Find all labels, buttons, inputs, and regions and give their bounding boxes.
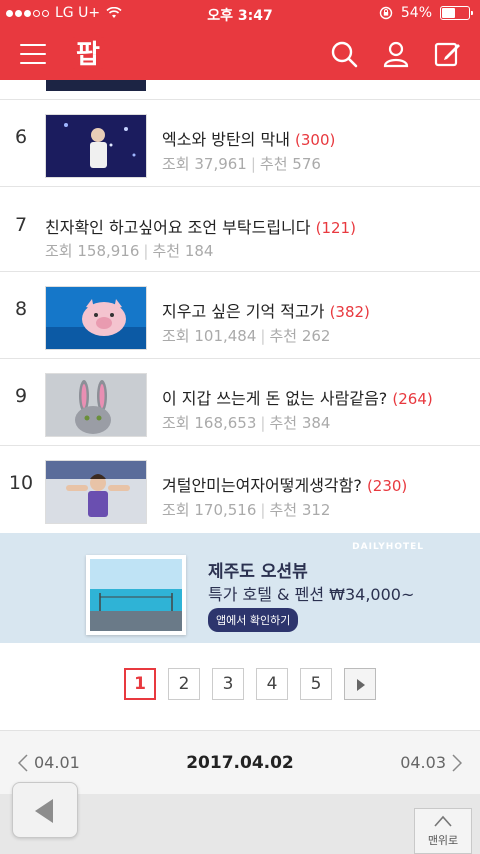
recommend-count: 추천 312 <box>269 501 331 519</box>
thumbnail-image <box>45 114 147 178</box>
list-item[interactable] <box>0 80 480 100</box>
recommend-count: 추천 262 <box>269 327 331 345</box>
next-page-button[interactable] <box>344 668 376 700</box>
list-item[interactable]: 7 친자확인 하고싶어요 조언 부탁드립니다 (121) 조회 158,916 |… <box>0 187 480 272</box>
page-button-1[interactable]: 1 <box>124 668 156 700</box>
recommend-count: 추천 384 <box>269 414 331 432</box>
next-date-label: 04.03 <box>400 753 446 772</box>
user-icon[interactable] <box>382 40 410 68</box>
battery-percent: 54% <box>400 5 432 21</box>
view-count: 조회 170,516 <box>162 501 257 519</box>
rank-number: 8 <box>14 298 28 320</box>
ad-photo <box>86 555 186 635</box>
ad-banner[interactable]: DAILYHOTEL 제주도 오션뷰 특가 호텔 & 펜션 ₩34,000~ 앱… <box>0 533 480 643</box>
post-title: 겨털안미는여자어떻게생각함? (230) <box>162 472 407 496</box>
ad-subline: 특가 호텔 & 펜션 ₩34,000~ <box>208 585 415 604</box>
thumbnail-image <box>45 286 147 350</box>
rank-number: 10 <box>8 472 34 494</box>
scroll-top-label: 맨위로 <box>427 834 459 847</box>
ad-brand: DAILYHOTEL <box>352 542 424 552</box>
thumbnail-image <box>45 373 147 437</box>
view-count: 조회 168,653 <box>162 414 257 432</box>
recommend-count: 추천 576 <box>259 155 321 173</box>
post-title-text: 겨털안미는여자어떻게생각함? <box>162 476 362 495</box>
view-count: 조회 101,484 <box>162 327 257 345</box>
list-item[interactable]: 8 지우고 싶은 기억 적고가 (382) 조회 101,484 | 추천 262 <box>0 272 480 359</box>
rank-number: 6 <box>14 126 28 148</box>
list-item[interactable]: 10 겨털안미는여자어떻게생각함? (230) 조회 170,516 | 추천 31… <box>0 446 480 532</box>
post-title-text: 엑소와 방탄의 막내 <box>162 130 290 149</box>
next-date-button[interactable]: 04.03 <box>400 753 462 772</box>
comment-count: (121) <box>315 219 356 237</box>
post-meta: 조회 101,484 | 추천 262 <box>162 327 331 345</box>
comment-count: (300) <box>295 131 336 149</box>
post-meta: 조회 37,961 | 추천 576 <box>162 155 321 173</box>
comment-count: (230) <box>366 477 408 495</box>
scroll-top-button[interactable]: 맨위로 <box>414 808 472 854</box>
pagination: 1 2 3 4 5 <box>0 668 480 704</box>
post-title-text: 이 지갑 쓰는게 돈 없는 사람같음? <box>162 389 388 408</box>
app-header: 팝 <box>0 28 480 80</box>
post-title: 친자확인 하고싶어요 조언 부탁드립니다 (121) <box>45 214 356 238</box>
page-button-4[interactable]: 4 <box>256 668 288 700</box>
post-title-text: 친자확인 하고싶어요 조언 부탁드립니다 <box>45 218 311 237</box>
page-button-2[interactable]: 2 <box>168 668 200 700</box>
post-meta: 조회 158,916 | 추천 184 <box>45 242 214 260</box>
app-logo[interactable]: 팝 <box>70 36 106 70</box>
rank-number: 9 <box>14 385 28 407</box>
rotation-lock-icon <box>379 6 393 20</box>
ad-cta-button[interactable]: 앱에서 확인하기 <box>208 608 299 632</box>
write-icon[interactable] <box>434 40 462 68</box>
rank-number: 7 <box>14 214 28 236</box>
view-count: 조회 37,961 <box>162 155 247 173</box>
list-item[interactable]: 9 이 지갑 쓰는게 돈 없는 사람같음? (264) 조회 168,653 | 추… <box>0 359 480 446</box>
battery-icon <box>440 6 473 20</box>
ranking-list: 6 엑소와 방탄의 막내 (300) 조회 37,961 | 추천 576 7 친자… <box>0 80 480 532</box>
view-count: 조회 158,916 <box>45 242 140 260</box>
post-title: 지우고 싶은 기억 적고가 (382) <box>162 298 370 322</box>
chevron-up-icon <box>434 815 452 827</box>
comment-count: (264) <box>392 390 433 408</box>
comment-count: (382) <box>329 303 370 321</box>
post-meta: 조회 170,516 | 추천 312 <box>162 501 331 519</box>
post-title-text: 지우고 싶은 기억 적고가 <box>162 302 325 321</box>
logo-text: 팝 <box>76 40 100 70</box>
status-bar: LG U+ 오후 3:47 54% <box>0 0 480 28</box>
recommend-count: 추천 184 <box>152 242 214 260</box>
page-button-5[interactable]: 5 <box>300 668 332 700</box>
back-button[interactable] <box>12 782 78 838</box>
chevron-right-icon <box>452 753 462 772</box>
thumbnail-image <box>45 460 147 524</box>
search-icon[interactable] <box>330 40 358 68</box>
post-meta: 조회 168,653 | 추천 384 <box>162 414 331 432</box>
post-title: 이 지갑 쓰는게 돈 없는 사람같음? (264) <box>162 385 433 409</box>
hamburger-menu-icon[interactable] <box>20 44 46 64</box>
list-item[interactable]: 6 엑소와 방탄의 막내 (300) 조회 37,961 | 추천 576 <box>0 100 480 187</box>
bottom-bar: 맨위로 <box>0 782 480 854</box>
ad-headline: 제주도 오션뷰 <box>208 562 308 582</box>
page-button-3[interactable]: 3 <box>212 668 244 700</box>
post-title: 엑소와 방탄의 막내 (300) <box>162 126 335 150</box>
